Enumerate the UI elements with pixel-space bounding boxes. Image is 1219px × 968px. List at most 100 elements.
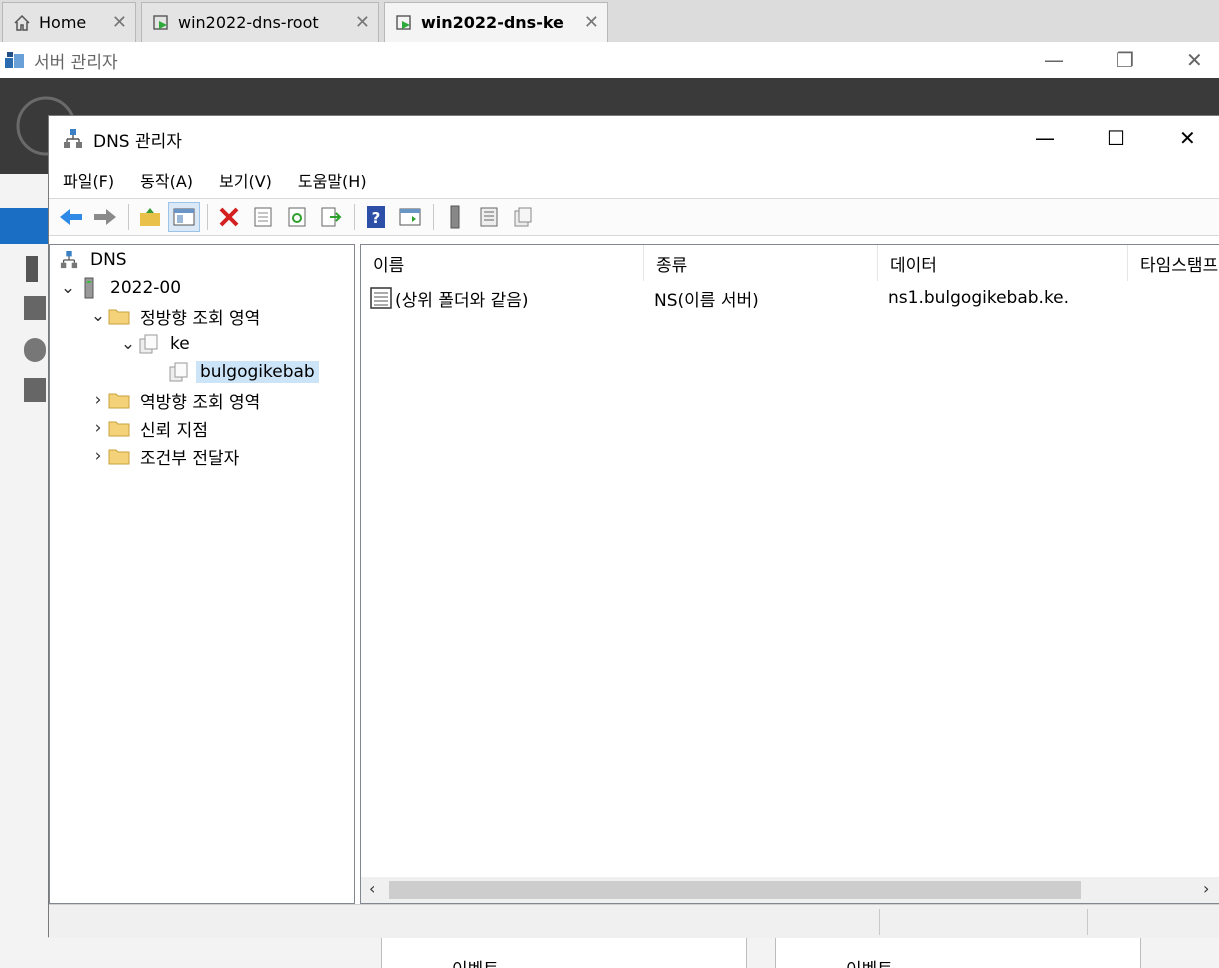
server-icon[interactable] [439, 202, 471, 232]
up-folder-icon[interactable] [134, 202, 166, 232]
folder-icon [108, 417, 130, 439]
chevron-down-icon[interactable]: ⌄ [88, 306, 108, 326]
menu-help[interactable]: 도움말(H) [298, 168, 367, 192]
local-server-icon[interactable] [26, 256, 38, 282]
folder-icon [108, 445, 130, 467]
restore-button[interactable]: ❐ [1116, 48, 1134, 72]
host-tab-win2022-dns-root[interactable]: win2022-dns-root ✕ [141, 2, 379, 42]
record-icon [369, 283, 393, 313]
status-bar [49, 904, 1219, 938]
show-hide-console-tree-icon[interactable] [168, 202, 200, 232]
chevron-right-icon[interactable]: › [88, 390, 108, 410]
menu-file[interactable]: 파일(F) [63, 168, 114, 192]
server-icon [78, 277, 100, 299]
tree-node-reverse-zones[interactable]: › 역방향 조회 영역 [88, 387, 264, 413]
chevron-right-icon[interactable]: › [88, 446, 108, 466]
tree-label: 정방향 조회 영역 [140, 308, 261, 329]
close-icon[interactable]: ✕ [112, 12, 127, 33]
vm-icon [393, 12, 415, 34]
toolbar-separator [128, 204, 129, 230]
close-icon[interactable]: ✕ [584, 12, 599, 33]
dns-manager-window: DNS 관리자 — ☐ ✕ 파일(F) 동작(A) 보기(V) 도움말(H) ?… [48, 115, 1219, 938]
list-header: 이름 종류 데이터 타임스탬프 [361, 245, 1219, 281]
table-row[interactable]: (상위 폴더와 같음) NS(이름 서버) ns1.bulgogikebab.k… [361, 283, 1219, 313]
list-icon[interactable] [473, 202, 505, 232]
tree-node-trust-points[interactable]: › 신뢰 지점 [88, 415, 212, 441]
properties-icon[interactable] [247, 202, 279, 232]
maximize-button[interactable]: ☐ [1107, 126, 1125, 150]
close-icon[interactable]: ✕ [355, 12, 370, 33]
server-manager-titlebar: 서버 관리자 — ❐ ✕ [0, 42, 1219, 78]
tree-label: 조건부 전달자 [140, 448, 240, 469]
cell-type: NS(이름 서버) [654, 290, 759, 311]
tree-node-forward-zones[interactable]: ⌄ 정방향 조회 영역 [88, 303, 264, 329]
scroll-left-icon[interactable]: ‹ [369, 879, 375, 898]
home-icon [11, 12, 33, 34]
event-card-label: 이벤트 [452, 960, 499, 968]
help-icon[interactable]: ? [360, 202, 392, 232]
refresh-icon[interactable] [281, 202, 313, 232]
toolbar-separator [433, 204, 434, 230]
tree-node-conditional-forwarders[interactable]: › 조건부 전달자 [88, 443, 243, 469]
export-list-icon[interactable] [315, 202, 347, 232]
minimize-button[interactable]: — [1035, 126, 1055, 150]
tree-node-dns[interactable]: DNS [58, 247, 131, 273]
all-servers-icon[interactable] [24, 296, 46, 320]
dns-icon [63, 128, 83, 150]
status-divider [1087, 909, 1088, 935]
event-card: 이벤트 [775, 937, 1141, 968]
tree-node-server[interactable]: ⌄ 2022-00 [58, 275, 185, 301]
event-card: 이벤트 [381, 937, 747, 968]
tree-label: 2022-00 [110, 278, 182, 298]
zone-icon [138, 333, 160, 355]
dns-icon [58, 249, 80, 271]
dashboard-icon[interactable] [0, 208, 48, 244]
close-button[interactable]: ✕ [1186, 48, 1203, 72]
tree-label: 역방향 조회 영역 [140, 392, 261, 413]
minimize-button[interactable]: — [1044, 48, 1064, 72]
vm-icon [150, 12, 172, 34]
menu-bar: 파일(F) 동작(A) 보기(V) 도움말(H) [49, 162, 1219, 198]
folder-icon [108, 389, 130, 411]
tree-node-zone-ke[interactable]: ⌄ ke [118, 331, 194, 357]
result-list: 이름 종류 데이터 타임스탬프 (상위 폴더와 같음) NS(이름 서버) ns… [360, 244, 1219, 904]
tree-label: ke [170, 334, 190, 354]
column-header-name[interactable]: 이름 [361, 245, 644, 281]
host-tab-label: win2022-dns-ke [421, 13, 564, 32]
cell-name: (상위 폴더와 같음) [395, 290, 529, 311]
column-header-type[interactable]: 종류 [644, 245, 878, 281]
host-tab-win2022-dns-ke[interactable]: win2022-dns-ke ✕ [384, 2, 608, 42]
toolbar-separator [207, 204, 208, 230]
event-card-label: 이벤트 [846, 960, 893, 968]
host-tab-bar: Home ✕ win2022-dns-root ✕ win2022-dns-ke… [0, 0, 1219, 42]
menu-action[interactable]: 동작(A) [140, 168, 193, 192]
back-icon[interactable] [55, 202, 87, 232]
host-tab-home[interactable]: Home ✕ [2, 2, 136, 42]
zone-icon [168, 361, 190, 383]
dns-window-title: DNS 관리자 [93, 131, 182, 152]
chevron-right-icon[interactable]: › [88, 418, 108, 438]
menu-view[interactable]: 보기(V) [219, 168, 272, 192]
action-pane-icon[interactable] [394, 202, 426, 232]
console-tree: DNS ⌄ 2022-00 ⌄ 정방향 조회 영역 ⌄ ke bulgogike… [49, 244, 355, 904]
file-services-icon[interactable] [24, 378, 46, 402]
chevron-down-icon[interactable]: ⌄ [58, 278, 78, 298]
close-button[interactable]: ✕ [1179, 126, 1196, 150]
server-manager-sidebar [0, 174, 48, 968]
tree-label: 신뢰 지점 [140, 420, 208, 441]
delete-icon[interactable] [213, 202, 245, 232]
svg-text:?: ? [372, 209, 381, 227]
forward-icon[interactable] [89, 202, 121, 232]
horizontal-scrollbar[interactable]: ‹ › [361, 877, 1219, 903]
column-header-timestamp[interactable]: 타임스탬프 [1128, 245, 1219, 281]
column-header-data[interactable]: 데이터 [878, 245, 1128, 281]
dns-titlebar: DNS 관리자 — ☐ ✕ [49, 116, 1219, 162]
tree-label: DNS [90, 250, 127, 270]
tree-node-zone-bulgogikebab[interactable]: bulgogikebab [148, 359, 319, 385]
dns-role-icon[interactable] [24, 338, 46, 362]
cell-data: ns1.bulgogikebab.ke. [888, 288, 1070, 308]
scroll-right-icon[interactable]: › [1203, 879, 1209, 898]
chevron-down-icon[interactable]: ⌄ [118, 334, 138, 354]
zone-icon[interactable] [507, 202, 539, 232]
scrollbar-thumb[interactable] [389, 881, 1081, 899]
